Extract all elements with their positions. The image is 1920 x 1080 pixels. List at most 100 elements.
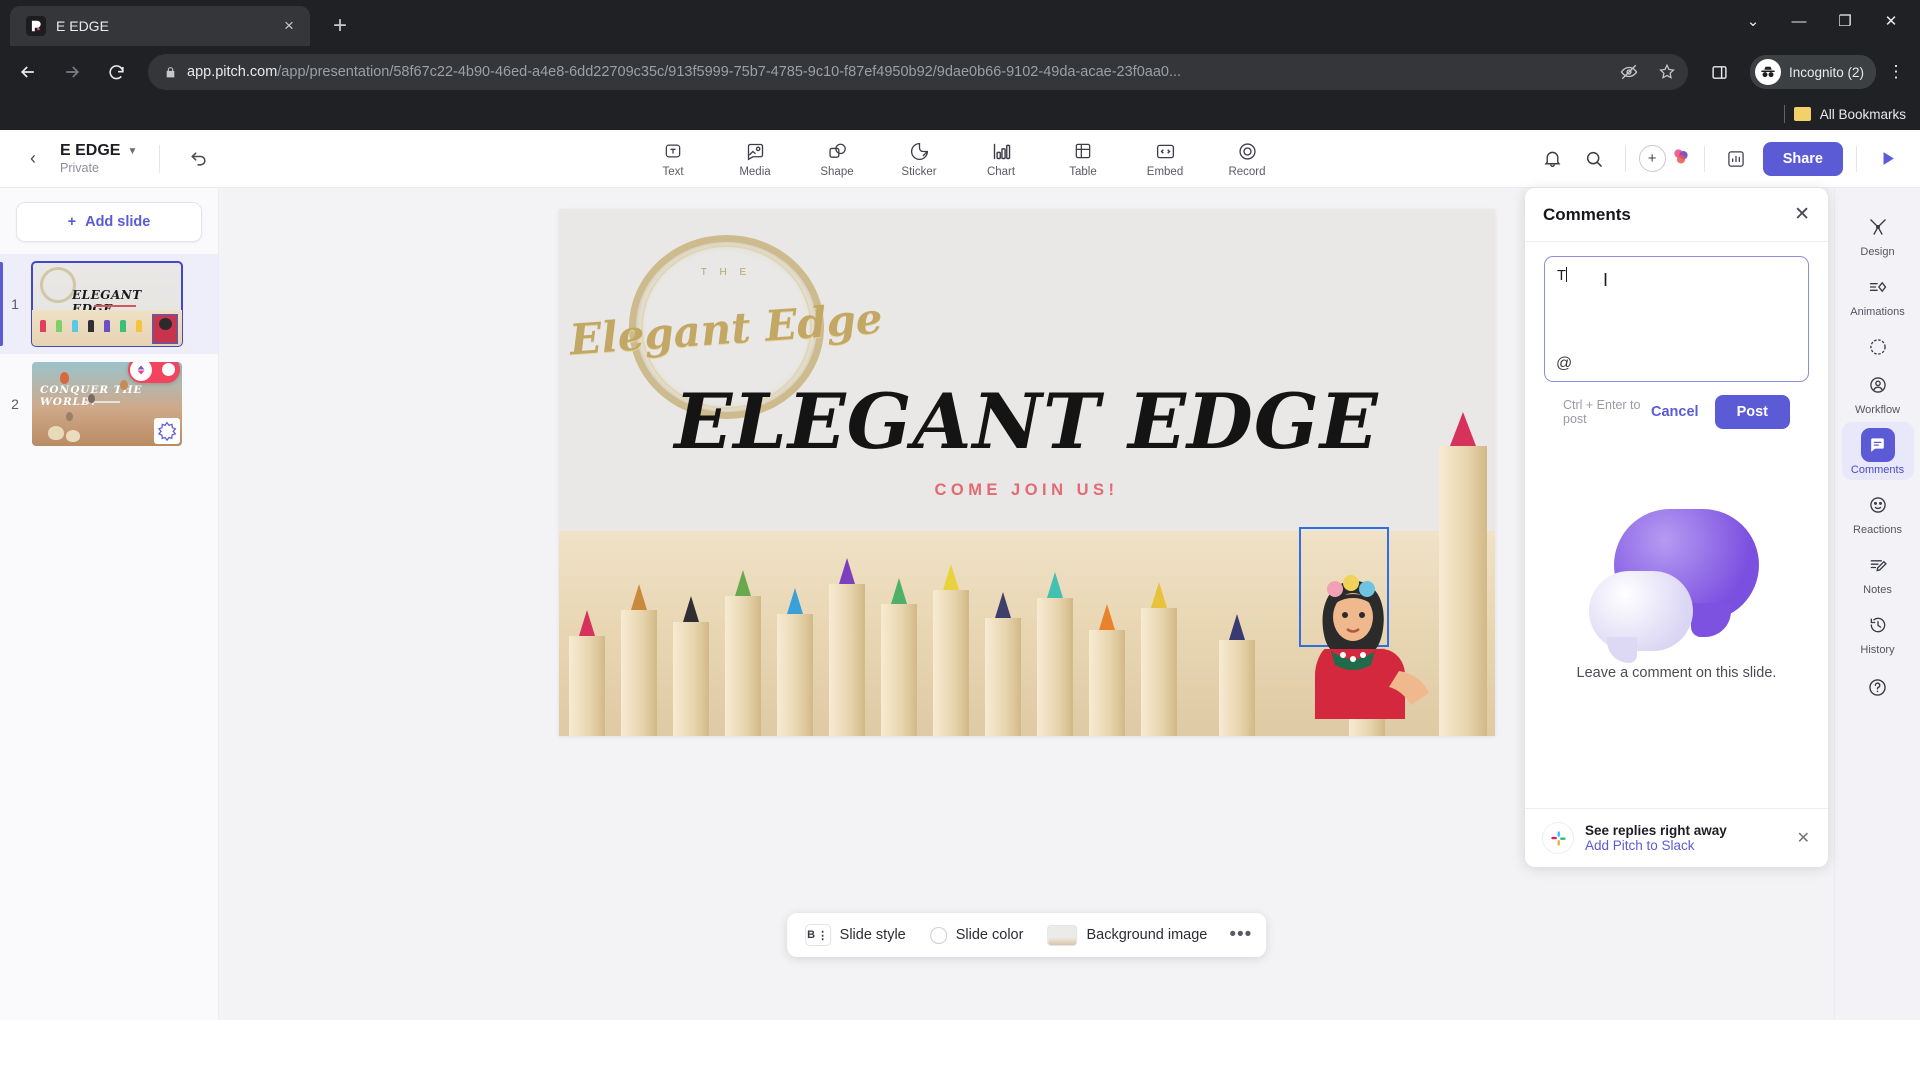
post-button[interactable]: Post <box>1714 395 1790 429</box>
comments-icon <box>1860 428 1895 462</box>
sidebar-item-workflow[interactable]: Workflow <box>1842 324 1914 420</box>
insert-table-label: Table <box>1069 166 1097 178</box>
help-icon[interactable] <box>1861 670 1895 704</box>
sidebar-item-animations[interactable]: Animations <box>1842 264 1914 322</box>
sidebar-item-reactions[interactable]: Reactions <box>1842 482 1914 540</box>
reactions-icon <box>1861 488 1895 522</box>
slide-thumbnail-1[interactable]: 1 ELEGANT EDGE <box>0 254 218 354</box>
reload-button[interactable] <box>96 52 136 92</box>
sidebar-item-comments[interactable]: Comments <box>1841 422 1914 480</box>
background-thumb-icon <box>1047 924 1078 946</box>
analytics-icon[interactable] <box>1718 141 1754 177</box>
insert-record-button[interactable]: Record <box>1218 139 1276 178</box>
insert-record-label: Record <box>1228 166 1266 178</box>
sidebar-label-history: History <box>1860 644 1895 656</box>
slide-thumb-rule <box>94 305 136 307</box>
slide-style-button[interactable]: B ⋮ Slide style <box>801 924 910 946</box>
insert-shape-button[interactable]: Shape <box>808 139 866 178</box>
app-header: ‹ E EDGE ▼ Private Text Media Shape Stic… <box>0 130 1920 188</box>
sidebar-label-comments: Comments <box>1850 464 1905 476</box>
illustration-sticker[interactable] <box>1295 531 1445 731</box>
insert-sticker-button[interactable]: Sticker <box>890 139 948 178</box>
insert-embed-button[interactable]: Embed <box>1136 139 1194 178</box>
chart-icon <box>991 139 1012 163</box>
url-path: /app/presentation/58f67c22-4b90-46ed-a4e… <box>277 64 1182 80</box>
slack-promo-link[interactable]: Add Pitch to Slack <box>1585 838 1727 853</box>
bookmark-star-icon[interactable] <box>1658 63 1676 81</box>
app-back-button[interactable]: ‹ <box>16 142 50 176</box>
sidebar-item-history[interactable]: History <box>1842 602 1914 660</box>
profile-incognito-button[interactable]: Incognito (2) <box>1749 55 1876 89</box>
search-icon[interactable] <box>1576 141 1612 177</box>
insert-text-button[interactable]: Text <box>644 139 702 178</box>
slide-skip-toggle[interactable] <box>128 362 180 383</box>
page-title: E EDGE <box>60 142 121 159</box>
plus-icon: + <box>67 214 77 230</box>
more-options-icon[interactable]: ••• <box>1227 924 1252 946</box>
table-icon <box>1073 139 1093 163</box>
browser-chrome: E EDGE × + ⌄ — ❐ ✕ app.pitch.com/app/pre… <box>0 0 1920 130</box>
window-maximize-button[interactable]: ❐ <box>1822 4 1868 38</box>
insert-text-label: Text <box>662 166 684 178</box>
canvas-area: T H E Elegant Edge ELEGANT EDGE COME JOI… <box>219 188 1834 1020</box>
slide-thumb-image: ELEGANT EDGE <box>31 261 183 347</box>
cancel-button[interactable]: Cancel <box>1651 404 1699 420</box>
slide-thumbnail-2[interactable]: 2 CONQUER THE WORLD! <box>0 354 218 454</box>
header-divider-3 <box>1703 145 1705 172</box>
window-minimize-button[interactable]: — <box>1776 4 1822 38</box>
all-bookmarks-label[interactable]: All Bookmarks <box>1820 107 1906 122</box>
share-button[interactable]: Share <box>1762 141 1843 176</box>
profile-label: Incognito (2) <box>1788 64 1864 80</box>
insert-sticker-label: Sticker <box>901 166 937 178</box>
right-rail: Design Animations Workflow Comments Reac… <box>1834 188 1920 1020</box>
add-collaborator-button[interactable]: + <box>1638 145 1691 172</box>
comment-actions: Ctrl + Enter to post Cancel Post <box>1544 382 1809 429</box>
slide-number: 1 <box>11 296 19 312</box>
design-icon <box>1861 210 1895 244</box>
insert-shape-label: Shape <box>820 166 854 178</box>
at-icon[interactable]: @ <box>1556 355 1572 373</box>
tab-search-chevron-icon[interactable]: ⌄ <box>1730 4 1776 38</box>
wreath-kicker: T H E <box>700 267 752 278</box>
back-button[interactable] <box>8 52 48 92</box>
header-divider <box>159 144 161 173</box>
slack-icon <box>1543 823 1573 853</box>
slide-color-button[interactable]: Slide color <box>926 926 1028 944</box>
new-tab-button[interactable]: + <box>326 12 354 40</box>
comment-input[interactable]: T I @ <box>1544 256 1809 382</box>
tracking-protection-icon[interactable] <box>1620 63 1638 81</box>
media-icon <box>745 139 766 163</box>
sidebar-item-notes[interactable]: Notes <box>1842 542 1914 600</box>
workflow-status-icon <box>1861 330 1895 364</box>
slide-number: 2 <box>11 396 19 412</box>
forward-button[interactable] <box>52 52 92 92</box>
text-caret <box>1565 267 1567 282</box>
browser-tab[interactable]: E EDGE × <box>10 6 310 46</box>
sidebar-item-design[interactable]: Design <box>1842 204 1914 262</box>
close-icon[interactable]: ✕ <box>1794 203 1810 226</box>
wreath-decoration <box>40 267 76 303</box>
notifications-bell-icon[interactable] <box>1535 141 1571 177</box>
chevron-down-icon[interactable]: ▼ <box>127 146 137 157</box>
folder-icon <box>1793 107 1811 121</box>
present-play-button[interactable] <box>1870 142 1904 176</box>
animations-icon <box>1861 270 1895 304</box>
slide-canvas[interactable]: T H E Elegant Edge ELEGANT EDGE COME JOI… <box>558 209 1495 736</box>
side-panel-icon[interactable] <box>1700 52 1740 92</box>
undo-icon[interactable] <box>182 142 216 176</box>
insert-media-button[interactable]: Media <box>726 139 784 178</box>
slack-close-icon[interactable]: ✕ <box>1797 828 1810 848</box>
add-slide-button[interactable]: + Add slide <box>16 202 202 242</box>
browser-menu-icon[interactable]: ⋮ <box>1880 62 1912 82</box>
background-image-button[interactable]: Background image <box>1043 924 1211 946</box>
url-text: app.pitch.com/app/presentation/58f67c22-… <box>187 64 1602 80</box>
tab-close-icon[interactable]: × <box>278 15 300 37</box>
insert-chart-button[interactable]: Chart <box>972 139 1030 178</box>
insert-table-button[interactable]: Table <box>1054 139 1112 178</box>
deck-title-row[interactable]: E EDGE ▼ <box>60 142 137 160</box>
slide-title: ELEGANT EDGE <box>674 377 1379 466</box>
pitch-app: ‹ E EDGE ▼ Private Text Media Shape Stic… <box>0 130 1920 1020</box>
sticker-icon <box>909 139 930 163</box>
window-close-button[interactable]: ✕ <box>1868 4 1914 38</box>
address-bar[interactable]: app.pitch.com/app/presentation/58f67c22-… <box>148 54 1688 90</box>
